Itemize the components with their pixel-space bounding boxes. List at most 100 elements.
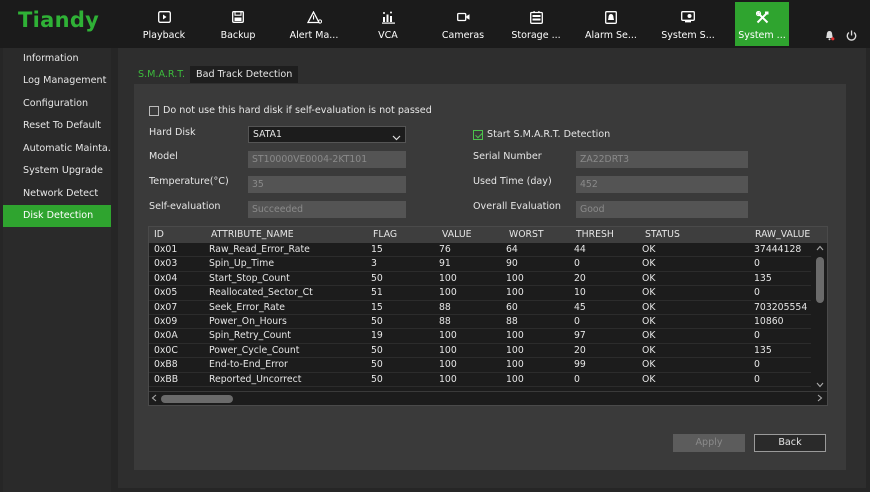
nav-alarm-settings[interactable]: Alarm Se... xyxy=(580,2,642,46)
nav-label: Playback xyxy=(142,30,186,41)
smart-attributes-table: ID ATTRIBUTE_NAME FLAG VALUE WORST THRES… xyxy=(148,226,828,406)
cell-thresh: 44 xyxy=(574,244,586,255)
bell-icon[interactable] xyxy=(824,30,835,44)
nav-storage[interactable]: Storage ... xyxy=(505,2,567,46)
tab-smart[interactable]: S.M.A.R.T. xyxy=(132,66,191,83)
table-row[interactable]: 0xBB Reported_Uncorrect 50 100 100 0 OK … xyxy=(149,373,811,387)
table-row[interactable]: 0x0C Power_Cycle_Count 50 100 100 20 OK … xyxy=(149,344,811,359)
storage-icon xyxy=(505,2,567,24)
cell-worst: 100 xyxy=(506,330,524,342)
horizontal-scrollbar[interactable] xyxy=(149,391,827,405)
sidebar-item-system-upgrade[interactable]: System Upgrade xyxy=(3,160,111,182)
scroll-right-icon[interactable] xyxy=(817,394,823,404)
table-header: ID ATTRIBUTE_NAME FLAG VALUE WORST THRES… xyxy=(149,227,827,243)
tools-icon xyxy=(735,2,789,24)
sidebar-item-log-management[interactable]: Log Management xyxy=(3,70,111,92)
table-row[interactable]: 0xB8 End-to-End_Error 50 100 100 99 OK 0 xyxy=(149,358,811,373)
monitor-icon xyxy=(657,2,719,24)
cell-value: 88 xyxy=(439,316,451,327)
cell-status: OK xyxy=(642,373,656,385)
scroll-up-icon[interactable] xyxy=(816,244,824,253)
cell-value: 100 xyxy=(439,344,457,356)
model-field: ST10000VE0004-2KT101 xyxy=(248,151,406,168)
cell-status: OK xyxy=(642,359,656,371)
no-use-disk-checkbox[interactable] xyxy=(149,106,159,116)
cell-attribute-name: End-to-End_Error xyxy=(209,359,288,371)
cell-flag: 50 xyxy=(371,344,383,356)
sidebar: Information Log Management Configuration… xyxy=(3,48,111,492)
vertical-scrollbar[interactable] xyxy=(813,243,827,391)
cell-worst: 100 xyxy=(506,344,524,356)
power-icon[interactable] xyxy=(846,30,857,44)
cell-attribute-name: Spin_Up_Time xyxy=(209,258,275,270)
cell-thresh: 97 xyxy=(574,330,586,342)
sidebar-item-automatic-maintenance[interactable]: Automatic Mainta... xyxy=(3,138,111,160)
cell-worst: 100 xyxy=(506,373,524,385)
nav-label: Cameras xyxy=(441,30,485,41)
cell-attribute-name: Power_Cycle_Count xyxy=(209,344,300,356)
table-row[interactable]: 0x01 Raw_Read_Error_Rate 15 76 64 44 OK … xyxy=(149,243,811,258)
nav-cameras[interactable]: Cameras xyxy=(432,2,494,46)
cell-raw-value: 10860 xyxy=(754,316,784,327)
hard-disk-select[interactable]: SATA1 xyxy=(248,126,406,143)
nav-label: Alarm Se... xyxy=(585,30,637,41)
cell-flag: 19 xyxy=(371,330,383,342)
start-smart-checkbox[interactable] xyxy=(473,130,483,140)
apply-button[interactable]: Apply xyxy=(673,434,745,452)
sidebar-item-network-detect[interactable]: Network Detect xyxy=(3,183,111,205)
column-header: ID xyxy=(154,229,164,240)
table-row[interactable]: 0x09 Power_On_Hours 50 88 88 0 OK 10860 xyxy=(149,315,811,330)
camera-icon xyxy=(432,2,494,24)
chevron-down-icon xyxy=(392,131,401,146)
table-row[interactable]: 0x03 Spin_Up_Time 3 91 90 0 OK 0 xyxy=(149,257,811,272)
hard-disk-value: SATA1 xyxy=(253,129,282,140)
back-button[interactable]: Back xyxy=(754,434,826,452)
top-bar: Tiandy Playback Backup Alert Ma... VCA C… xyxy=(0,0,870,48)
serial-number-label: Serial Number xyxy=(473,151,542,162)
cell-id: 0x0C xyxy=(154,344,178,356)
cell-id: 0x05 xyxy=(154,287,178,299)
table-row[interactable]: 0x0A Spin_Retry_Count 19 100 100 97 OK 0 xyxy=(149,329,811,344)
scroll-left-icon[interactable] xyxy=(151,394,157,404)
nav-system-maintenance[interactable]: System ... xyxy=(735,2,789,46)
cell-raw-value: 135 xyxy=(754,344,772,356)
serial-number-field: ZA22DRT3 xyxy=(576,151,748,168)
nav-playback[interactable]: Playback xyxy=(133,2,195,46)
cell-flag: 50 xyxy=(371,316,383,327)
sidebar-item-information[interactable]: Information xyxy=(3,48,111,70)
cell-flag: 51 xyxy=(371,287,383,299)
vertical-scroll-thumb[interactable] xyxy=(816,257,824,303)
cell-value: 91 xyxy=(439,258,451,270)
table-row[interactable]: 0x07 Seek_Error_Rate 15 88 60 45 OK 7032… xyxy=(149,301,811,315)
column-header: VALUE xyxy=(442,229,472,240)
cell-attribute-name: Start_Stop_Count xyxy=(209,272,290,284)
cell-worst: 90 xyxy=(506,258,518,270)
nav-vca[interactable]: VCA xyxy=(357,2,419,46)
cell-thresh: 10 xyxy=(574,287,586,299)
nav-system-settings[interactable]: System S... xyxy=(657,2,719,46)
self-evaluation-label: Self-evaluation xyxy=(149,201,221,212)
nav-label: Storage ... xyxy=(511,30,561,41)
sidebar-item-reset-to-default[interactable]: Reset To Default xyxy=(3,115,111,137)
no-use-disk-label: Do not use this hard disk if self-evalua… xyxy=(163,105,432,116)
nav-alert-management[interactable]: Alert Ma... xyxy=(283,2,345,46)
cell-raw-value: 135 xyxy=(754,272,772,284)
cell-raw-value: 0 xyxy=(754,287,760,299)
cell-value: 100 xyxy=(439,373,457,385)
sidebar-item-configuration[interactable]: Configuration xyxy=(3,93,111,115)
nav-label: System S... xyxy=(661,30,715,41)
cell-status: OK xyxy=(642,316,656,327)
cell-thresh: 45 xyxy=(574,301,586,313)
horizontal-scroll-thumb[interactable] xyxy=(161,395,233,403)
self-evaluation-field: Succeeded xyxy=(248,201,406,218)
table-row[interactable]: 0x05 Reallocated_Sector_Ct 51 100 100 10… xyxy=(149,286,811,301)
used-time-field: 452 xyxy=(576,176,748,193)
sidebar-item-disk-detection[interactable]: Disk Detection xyxy=(3,205,111,227)
table-row[interactable]: 0x04 Start_Stop_Count 50 100 100 20 OK 1… xyxy=(149,272,811,287)
used-time-label: Used Time (day) xyxy=(473,176,552,187)
tab-bad-track-detection[interactable]: Bad Track Detection xyxy=(190,66,299,83)
logo: Tiandy xyxy=(18,8,100,32)
scroll-down-icon[interactable] xyxy=(816,381,824,390)
nav-backup[interactable]: Backup xyxy=(207,2,269,46)
cell-thresh: 0 xyxy=(574,373,580,385)
